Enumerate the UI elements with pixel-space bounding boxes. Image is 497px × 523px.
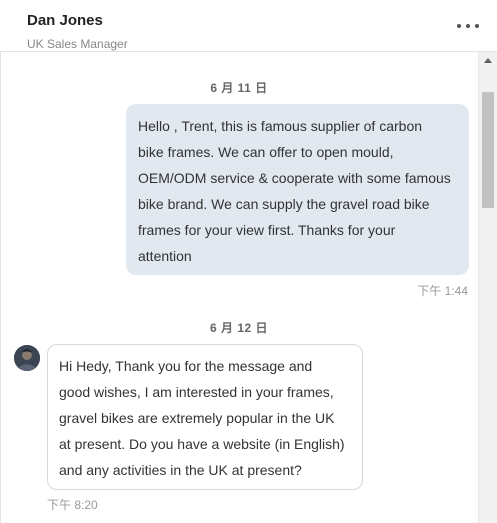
message-line: gravel bikes are extremely popular in th… [59,410,335,426]
more-dot [457,24,461,28]
chat-window: Dan Jones UK Sales Manager 6 月 11 日 Hell… [0,0,497,523]
message-timestamp: 下午 1:44 [417,284,468,298]
date-divider: 6 月 11 日 [210,81,268,95]
message-line: and any activities in the UK at present? [59,462,302,478]
contact-name[interactable]: Dan Jones [27,12,103,29]
message-timestamp: 下午 8:20 [47,498,98,512]
message-line: good wishes, I am interested in your fra… [59,384,334,400]
chat-header: Dan Jones UK Sales Manager [0,0,497,52]
message-line: at present. Do you have a website (in En… [59,436,345,452]
message-line: bike brand. We can supply the gravel roa… [138,196,430,212]
message-line: Hello , Trent, this is famous supplier o… [138,118,423,134]
more-dot [466,24,470,28]
message-line: OEM/ODM service & cooperate with some fa… [138,170,451,186]
user-avatar-icon [14,345,40,371]
outgoing-message-bubble[interactable]: Hello , Trent, this is famous supplier o… [126,104,469,275]
date-divider: 6 月 12 日 [209,321,269,335]
scroll-up-icon[interactable] [484,58,492,63]
message-line: Hi Hedy, Thank you for the message and [59,358,313,374]
message-line: attention [138,248,192,264]
message-line: frames for your view first. Thanks for y… [138,222,396,238]
chat-scrollbar[interactable] [478,52,497,523]
window-left-border [0,0,1,523]
incoming-message-bubble[interactable]: Hi Hedy, Thank you for the message and g… [47,344,363,490]
scroll-thumb[interactable] [482,92,494,208]
message-list[interactable]: 6 月 11 日 Hello , Trent, this is famous s… [0,52,478,523]
more-dot [475,24,479,28]
more-options-icon[interactable] [457,18,481,34]
contact-title: UK Sales Manager [27,37,128,51]
contact-avatar[interactable] [14,345,40,371]
message-line: bike frames. We can offer to open mould, [138,144,394,160]
